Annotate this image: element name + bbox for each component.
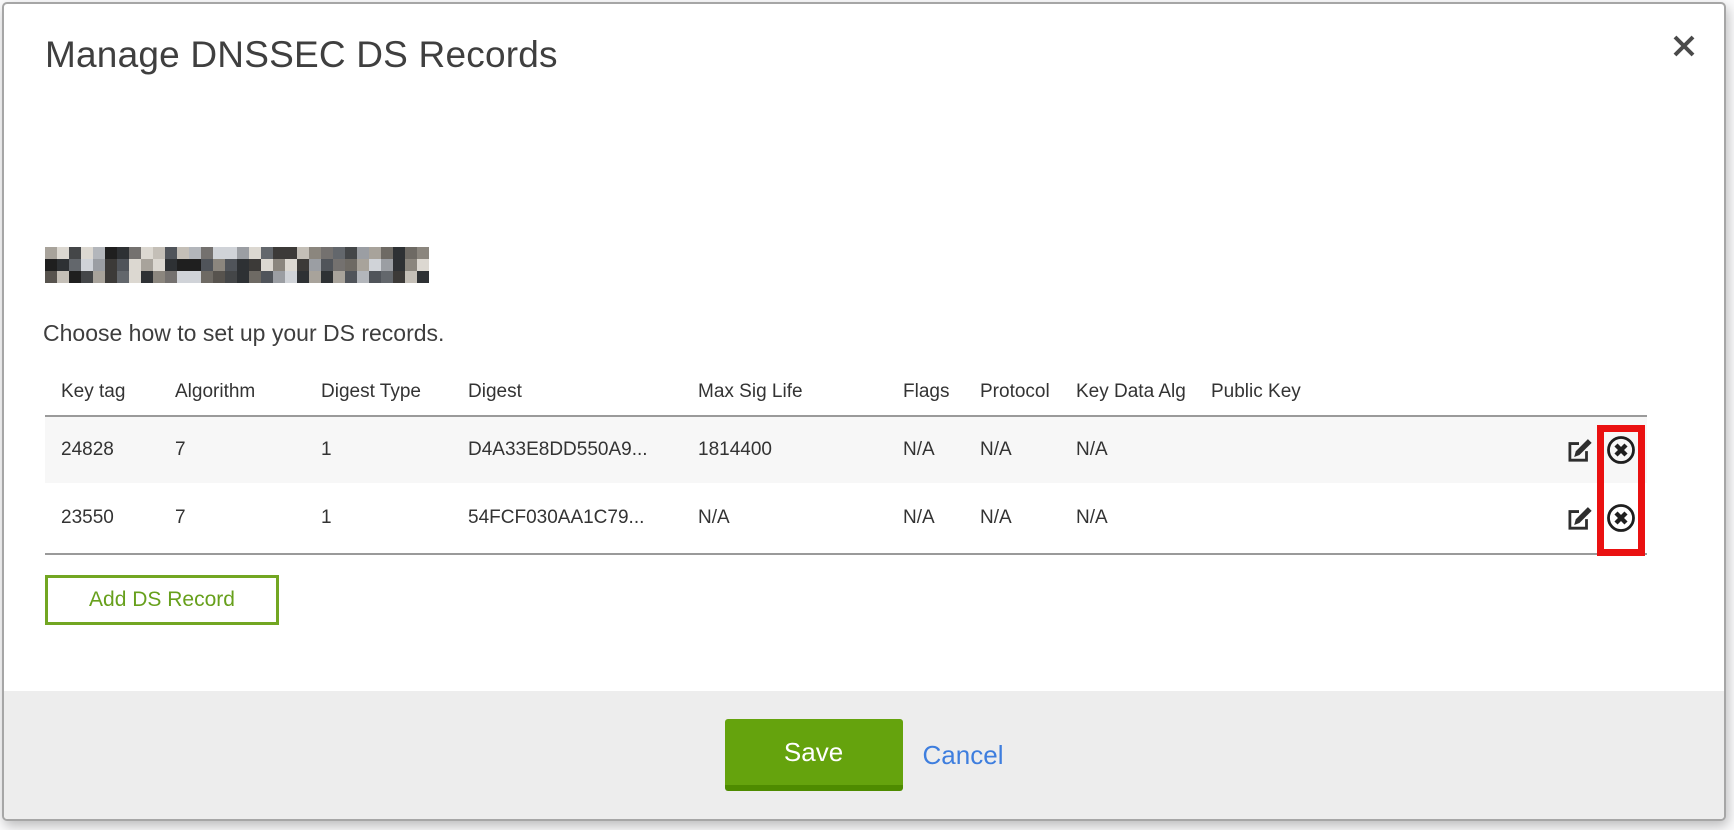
delete-record-icon[interactable] — [1605, 434, 1637, 466]
col-header-digest-type: Digest Type — [321, 381, 468, 403]
pencil-square-glyph — [1564, 435, 1594, 465]
cell-algorithm: 7 — [175, 439, 321, 461]
cell-protocol: N/A — [980, 507, 1076, 529]
manage-dnssec-ds-records-dialog: Manage DNSSEC DS Records Choose how to s… — [2, 2, 1726, 821]
redacted-domain-text — [45, 247, 429, 283]
dialog-title: Manage DNSSEC DS Records — [45, 34, 558, 76]
save-button[interactable]: Save — [725, 719, 903, 791]
cell-key-data-alg: N/A — [1076, 439, 1211, 461]
cell-algorithm: 7 — [175, 507, 321, 529]
col-header-public-key: Public Key — [1211, 381, 1406, 403]
close-icon[interactable] — [1666, 28, 1702, 64]
cell-actions — [1406, 502, 1647, 534]
cell-protocol: N/A — [980, 439, 1076, 461]
cell-digest: D4A33E8DD550A9... — [468, 439, 698, 461]
delete-record-icon[interactable] — [1605, 502, 1637, 534]
col-header-max-sig-life: Max Sig Life — [698, 381, 903, 403]
cell-key-data-alg: N/A — [1076, 507, 1211, 529]
edit-record-icon[interactable] — [1563, 434, 1595, 466]
cell-digest-type: 1 — [321, 439, 468, 461]
ds-records-table: Key tag Algorithm Digest Type Digest Max… — [45, 368, 1647, 555]
x-circle-glyph — [1605, 434, 1637, 466]
col-header-flags: Flags — [903, 381, 980, 403]
cell-max-sig-life: 1814400 — [698, 439, 903, 461]
cell-max-sig-life: N/A — [698, 507, 903, 529]
edit-record-icon[interactable] — [1563, 502, 1595, 534]
col-header-algorithm: Algorithm — [175, 381, 321, 403]
x-glyph — [1671, 33, 1697, 59]
cell-key-tag: 23550 — [45, 507, 175, 529]
col-header-key-tag: Key tag — [45, 381, 175, 403]
cell-actions — [1406, 434, 1647, 466]
cell-key-tag: 24828 — [45, 439, 175, 461]
col-header-protocol: Protocol — [980, 381, 1076, 403]
cell-flags: N/A — [903, 507, 980, 529]
col-header-key-data-alg: Key Data Alg — [1076, 381, 1211, 403]
cell-digest: 54FCF030AA1C79... — [468, 507, 698, 529]
x-circle-glyph — [1605, 502, 1637, 534]
add-ds-record-button[interactable]: Add DS Record — [45, 575, 279, 625]
cell-flags: N/A — [903, 439, 980, 461]
instruction-text: Choose how to set up your DS records. — [43, 320, 444, 347]
pencil-square-glyph — [1564, 503, 1594, 533]
table-row: 24828 7 1 D4A33E8DD550A9... 1814400 N/A … — [45, 417, 1647, 483]
table-header-row: Key tag Algorithm Digest Type Digest Max… — [45, 368, 1647, 417]
cell-digest-type: 1 — [321, 507, 468, 529]
table-row: 23550 7 1 54FCF030AA1C79... N/A N/A N/A … — [45, 483, 1647, 555]
col-header-digest: Digest — [468, 381, 698, 403]
cancel-link[interactable]: Cancel — [923, 740, 1004, 771]
dialog-footer: Save Cancel — [4, 691, 1724, 819]
